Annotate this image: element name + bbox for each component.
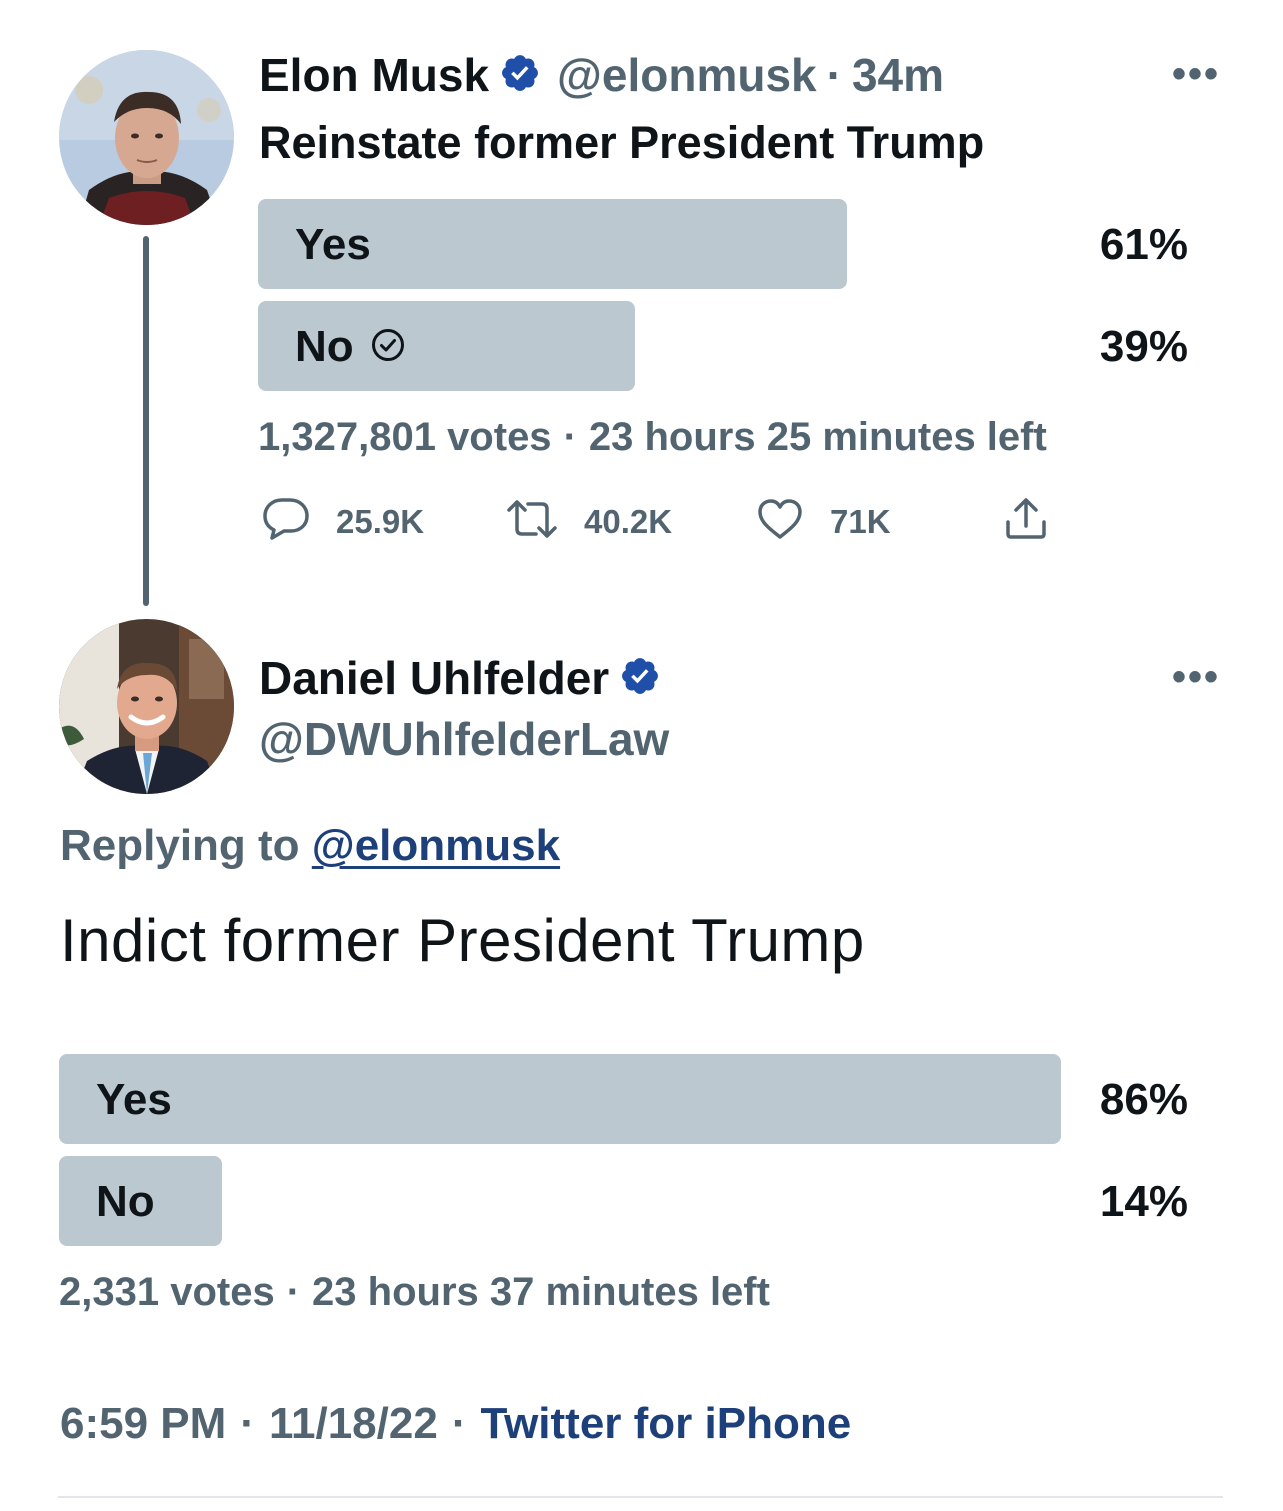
poll-option-no-label: No <box>295 322 354 371</box>
poll-time-left: 23 hours 25 minutes left <box>588 415 1047 459</box>
tweet-source-link[interactable]: Twitter for iPhone <box>480 1399 851 1449</box>
reply-count: 25.9K <box>336 502 425 540</box>
thread-connector-line <box>143 236 149 606</box>
like-count: 71K <box>830 502 891 540</box>
tweet-timestamp[interactable]: 6:59 PM <box>60 1399 226 1449</box>
avatar-image <box>59 50 234 225</box>
poll-summary: 2,331 votes · 23 hours 37 minutes left <box>59 1268 770 1316</box>
poll-option-yes-percent: 61% <box>1099 220 1188 269</box>
replying-to: Replying to @elonmusk <box>60 821 560 871</box>
poll-vote-count: 2,331 votes <box>59 1270 275 1314</box>
reply-icon <box>262 497 310 546</box>
tweet1-header: Elon Musk @elonmusk · 34m <box>259 50 944 100</box>
share-icon <box>1003 495 1049 546</box>
voted-check-icon <box>370 327 406 368</box>
author-name[interactable]: Elon Musk <box>259 50 489 100</box>
verified-badge-icon <box>499 52 541 99</box>
bottom-divider <box>58 1496 1223 1498</box>
retweet-action[interactable]: 40.2K <box>506 497 672 546</box>
tweet2-text: Indict former President Trump <box>60 907 865 974</box>
poll-option-no-label: No <box>96 1177 155 1226</box>
avatar-daniel-uhlfelder[interactable] <box>59 619 234 794</box>
retweet-icon <box>506 497 558 546</box>
like-action[interactable]: 71K <box>756 497 891 546</box>
share-action[interactable] <box>1003 495 1049 546</box>
poll-time-left: 23 hours 37 minutes left <box>312 1270 770 1314</box>
reply-action[interactable]: 25.9K <box>262 497 424 546</box>
tweet2-header: Daniel Uhlfelder <box>259 653 661 703</box>
poll-option-no-percent: 14% <box>1099 1177 1188 1226</box>
poll-option-yes-percent: 86% <box>1099 1075 1188 1124</box>
replying-prefix: Replying to <box>60 821 300 870</box>
poll-separator: · <box>286 1270 301 1314</box>
poll-option-no: No <box>295 322 406 372</box>
header-separator: · <box>826 49 842 101</box>
meta-separator: · <box>451 1399 467 1448</box>
author-name[interactable]: Daniel Uhlfelder <box>259 653 609 703</box>
more-options-icon[interactable]: ••• <box>1172 657 1220 697</box>
retweet-count: 40.2K <box>584 502 673 540</box>
tweet-date[interactable]: 11/18/22 <box>269 1399 438 1449</box>
poll-option-no-percent: 39% <box>1099 322 1188 371</box>
author-handle[interactable]: @elonmusk <box>557 50 817 100</box>
tweet-time[interactable]: 34m <box>852 50 944 100</box>
poll-separator: · <box>563 415 577 459</box>
poll-option-yes-label: Yes <box>96 1075 172 1124</box>
tweet-meta: 6:59 PM · 11/18/22 · Twitter for iPhone <box>60 1399 851 1449</box>
avatar-elon-musk[interactable] <box>59 50 234 225</box>
author-handle[interactable]: @DWUhlfelderLaw <box>259 714 669 764</box>
poll-summary: 1,327,801 votes · 23 hours 25 minutes le… <box>258 413 1047 461</box>
poll-vote-count: 1,327,801 votes <box>258 415 552 459</box>
heart-icon <box>756 497 804 546</box>
avatar-image <box>59 619 234 794</box>
more-options-icon[interactable]: ••• <box>1172 54 1220 94</box>
poll-option-yes-label: Yes <box>295 220 371 269</box>
replying-mention-link[interactable]: @elonmusk <box>312 821 560 870</box>
meta-separator: · <box>240 1399 255 1448</box>
poll-bar-yes <box>59 1054 1061 1144</box>
tweet1-text: Reinstate former President Trump <box>259 117 985 168</box>
verified-badge-icon <box>619 655 661 702</box>
